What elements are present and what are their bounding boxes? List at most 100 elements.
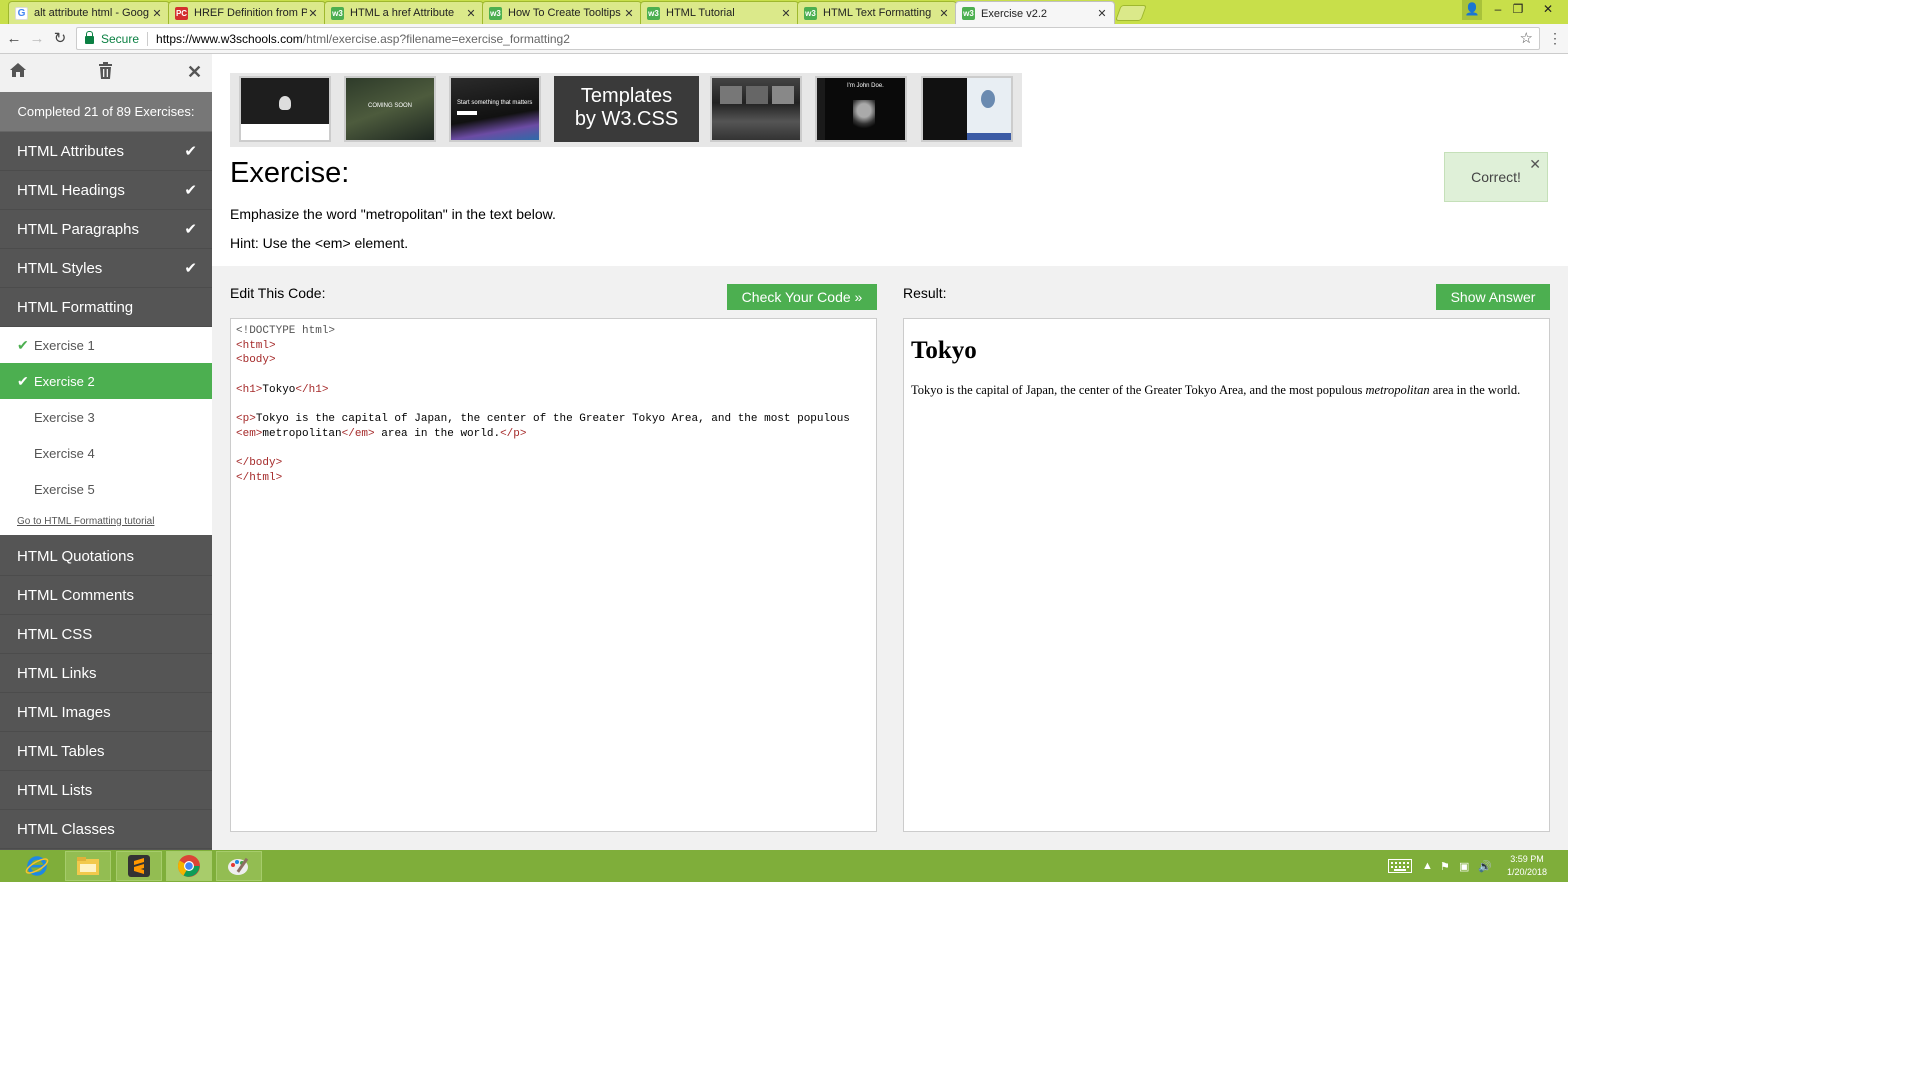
tab-close-icon[interactable]: ✕ bbox=[623, 7, 635, 20]
browser-tab[interactable]: w3 How To Create Tooltips ✕ bbox=[482, 1, 642, 24]
template-thumbnail[interactable]: I'm John Doe. bbox=[815, 76, 907, 142]
exercise-item-2[interactable]: ✔ Exercise 2 bbox=[0, 363, 212, 399]
sidebar-item-label: HTML CSS bbox=[17, 625, 93, 643]
code-line: <!DOCTYPE html> bbox=[236, 325, 336, 337]
exercise-item-1[interactable]: ✔ Exercise 1 bbox=[0, 327, 212, 363]
checkmark-icon: ✔ bbox=[17, 372, 29, 389]
keyboard-icon[interactable] bbox=[1388, 850, 1412, 882]
tab-close-icon[interactable]: ✕ bbox=[780, 7, 792, 20]
show-answer-button[interactable]: Show Answer bbox=[1436, 284, 1550, 310]
browser-tab[interactable]: w3 HTML Text Formatting ✕ bbox=[797, 1, 957, 24]
templates-ad[interactable]: Templates by W3.CSS bbox=[554, 76, 699, 142]
maximize-button[interactable]: ❐ bbox=[1510, 0, 1526, 20]
exercise-item-3[interactable]: Exercise 3 bbox=[0, 399, 212, 435]
template-thumbnail[interactable]: COMING SOON bbox=[344, 76, 436, 142]
check-code-button[interactable]: Check Your Code » bbox=[727, 284, 877, 310]
show-hidden-icons-icon[interactable]: ▲ bbox=[1422, 850, 1433, 882]
browser-tab[interactable]: PC HREF Definition from PC ✕ bbox=[168, 1, 326, 24]
file-explorer-icon[interactable] bbox=[65, 851, 111, 881]
forward-arrow-icon[interactable]: → bbox=[27, 29, 47, 49]
sidebar-item-html-css[interactable]: HTML CSS bbox=[0, 615, 212, 654]
template-thumbnail[interactable] bbox=[710, 76, 802, 142]
exercise-item-label: Exercise 5 bbox=[34, 481, 95, 497]
browser-tab[interactable]: w3 HTML a href Attribute ✕ bbox=[324, 1, 484, 24]
checkmark-icon: ✔ bbox=[184, 143, 197, 160]
sidebar-item-label: HTML Formatting bbox=[17, 298, 134, 316]
tab-close-icon[interactable]: ✕ bbox=[1096, 7, 1108, 20]
template-thumbnail[interactable] bbox=[239, 76, 331, 142]
bookmark-star-icon[interactable]: ☆ bbox=[1520, 29, 1533, 47]
sidebar-item-html-comments[interactable]: HTML Comments bbox=[0, 576, 212, 615]
sidebar-item-html-links[interactable]: HTML Links bbox=[0, 654, 212, 693]
back-arrow-icon[interactable]: ← bbox=[4, 29, 24, 49]
checkmark-icon: ✔ bbox=[184, 260, 197, 277]
tab-title: HTML a href Attribute bbox=[350, 7, 455, 19]
minimize-button[interactable]: – bbox=[1490, 0, 1506, 20]
sidebar-top-bar: ✕ bbox=[0, 54, 212, 92]
browser-menu-icon[interactable]: ⋮ bbox=[1548, 30, 1562, 46]
w3-favicon-icon: w3 bbox=[647, 6, 660, 20]
sidebar-item-label: HTML Classes bbox=[17, 820, 115, 838]
sidebar-item-html-images[interactable]: HTML Images bbox=[0, 693, 212, 732]
paint-icon[interactable] bbox=[216, 851, 262, 881]
w3-favicon-icon: w3 bbox=[331, 6, 344, 20]
exercise-item-label: Exercise 4 bbox=[34, 445, 95, 461]
tutorial-link[interactable]: Go to HTML Formatting tutorial bbox=[0, 507, 212, 537]
sidebar-item-html-headings[interactable]: HTML Headings ✔ bbox=[0, 171, 212, 210]
tab-close-icon[interactable]: ✕ bbox=[151, 7, 163, 20]
templates-banner[interactable]: COMING SOON Start something that matters… bbox=[230, 73, 1022, 147]
browser-tab[interactable]: w3 HTML Tutorial ✕ bbox=[640, 1, 799, 24]
w3-favicon-icon: w3 bbox=[962, 7, 975, 20]
address-bar[interactable]: Secure https://www.w3schools.com/html/ex… bbox=[76, 27, 1540, 50]
sidebar-item-html-quotations[interactable]: HTML Quotations bbox=[0, 537, 212, 576]
close-icon[interactable]: ✕ bbox=[187, 62, 202, 83]
exercise-item-label: Exercise 2 bbox=[34, 373, 95, 389]
chrome-icon[interactable] bbox=[166, 851, 212, 881]
sublime-text-icon[interactable] bbox=[116, 851, 162, 881]
close-icon[interactable]: ✕ bbox=[1529, 156, 1541, 173]
exercise-description: Emphasize the word "metropolitan" in the… bbox=[230, 206, 556, 222]
exercise-item-5[interactable]: Exercise 5 bbox=[0, 471, 212, 507]
sidebar-item-html-tables[interactable]: HTML Tables bbox=[0, 732, 212, 771]
tab-title: HTML Tutorial bbox=[666, 7, 735, 19]
sidebar-item-html-paragraphs[interactable]: HTML Paragraphs ✔ bbox=[0, 210, 212, 249]
tab-close-icon[interactable]: ✕ bbox=[938, 7, 950, 20]
browser-tab[interactable]: Galt attribute html - Goog ✕ bbox=[8, 1, 170, 24]
sidebar-item-html-formatting[interactable]: HTML Formatting bbox=[0, 288, 212, 327]
template-thumbnail[interactable] bbox=[921, 76, 1013, 142]
exercise-hint: Hint: Use the <em> element. bbox=[230, 235, 409, 251]
reload-icon[interactable]: ↻ bbox=[50, 29, 70, 49]
sidebar-item-html-classes[interactable]: HTML Classes bbox=[0, 810, 212, 849]
sidebar-item-html-lists[interactable]: HTML Lists bbox=[0, 771, 212, 810]
flag-icon[interactable]: ⚑ bbox=[1440, 850, 1450, 882]
code-line: </html> bbox=[236, 472, 283, 485]
sidebar-item-html-styles[interactable]: HTML Styles ✔ bbox=[0, 249, 212, 288]
code-line: <em>metropolitan</em> area in the world.… bbox=[236, 427, 527, 440]
clock-time: 3:59 PM bbox=[1510, 854, 1544, 864]
url-host: https://www.w3schools.com bbox=[156, 31, 303, 46]
system-clock[interactable]: 3:59 PM 1/20/2018 bbox=[1500, 853, 1554, 879]
internet-explorer-icon[interactable] bbox=[14, 851, 60, 881]
window-close-button[interactable]: ✕ bbox=[1538, 0, 1558, 20]
browser-tab[interactable]: w3 Exercise v2.2 ✕ bbox=[955, 1, 1115, 25]
home-icon[interactable] bbox=[9, 62, 27, 83]
tab-title: HREF Definition from PC bbox=[194, 7, 307, 19]
templates-ad-line1: Templates bbox=[580, 85, 673, 107]
sidebar-item-label: HTML Headings bbox=[17, 181, 125, 199]
volume-icon[interactable]: 🔊 bbox=[1478, 850, 1492, 882]
code-line: <h1>Tokyo</h1> bbox=[236, 383, 329, 396]
tab-close-icon[interactable]: ✕ bbox=[465, 7, 477, 20]
code-editor[interactable]: <!DOCTYPE html> <html> <body> <h1>Tokyo</h… bbox=[230, 318, 877, 832]
main-content: COMING SOON Start something that matters… bbox=[212, 54, 1568, 850]
profile-icon[interactable]: 👤 bbox=[1462, 0, 1482, 20]
sidebar-item-html-attributes[interactable]: HTML Attributes ✔ bbox=[0, 132, 212, 171]
checkmark-icon: ✔ bbox=[184, 221, 197, 238]
exercise-item-4[interactable]: Exercise 4 bbox=[0, 435, 212, 471]
template-thumbnail[interactable]: Start something that matters bbox=[449, 76, 541, 142]
trash-icon[interactable] bbox=[98, 62, 113, 84]
network-icon[interactable]: ▣ bbox=[1459, 850, 1469, 882]
correct-notification: Correct! ✕ bbox=[1444, 152, 1548, 202]
tab-close-icon[interactable]: ✕ bbox=[307, 7, 319, 20]
